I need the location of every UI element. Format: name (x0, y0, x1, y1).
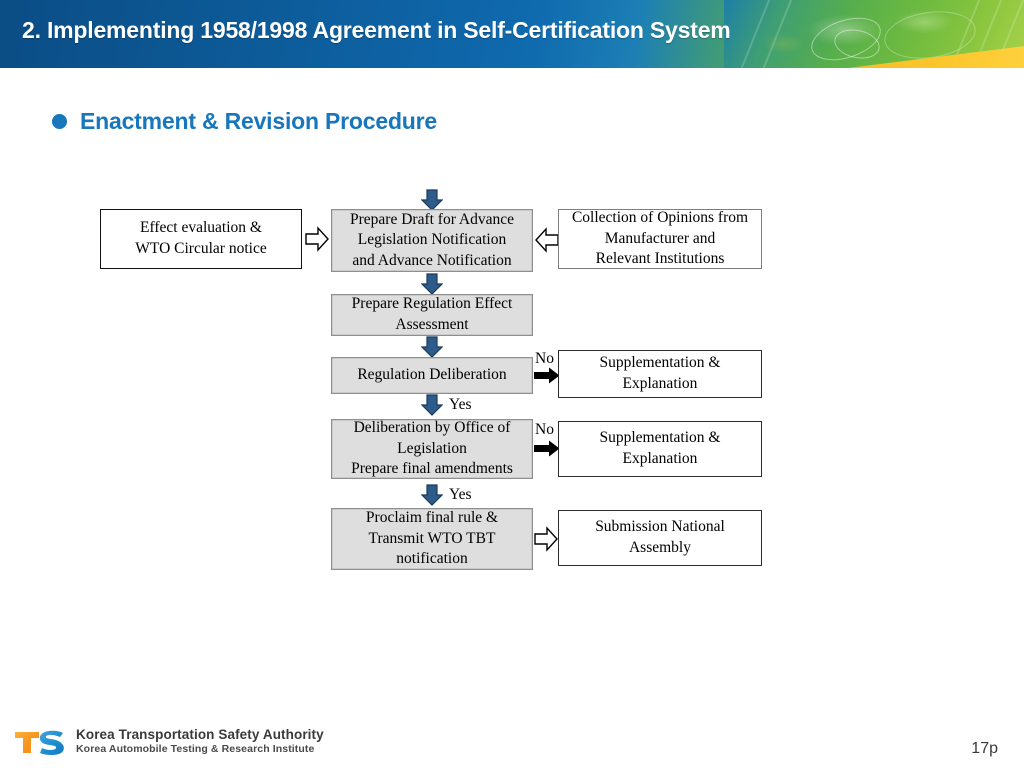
flow-node-line: WTO Circular notice (135, 240, 267, 257)
flow-node-line: Regulation Deliberation (357, 366, 507, 384)
branch-label-yes-2: Yes (449, 486, 472, 503)
flow-node-regulation-deliberation[interactable]: Regulation Deliberation (331, 357, 533, 394)
flow-node-line: Prepare final amendments (351, 460, 513, 478)
branch-label-yes-1: Yes (449, 396, 472, 413)
arrow-down-blue-icon (421, 189, 443, 211)
section-heading-label: Enactment & Revision Procedure (80, 108, 437, 134)
flow-node-supplementation-2[interactable]: Supplementation & Explanation (558, 421, 762, 477)
footer-org-names: Korea Transportation Safety Authority Ko… (76, 727, 324, 755)
flow-node-line: Legislation Notification (357, 231, 507, 249)
flow-node-collection-opinions[interactable]: Collection of Opinions from Manufacturer… (558, 209, 762, 269)
arrow-down-blue-icon (421, 336, 443, 358)
flow-node-line: and Advance Notification (352, 251, 512, 269)
arrow-right-black-icon (534, 440, 560, 457)
arrow-down-blue-icon (421, 273, 443, 295)
flow-node-line: Prepare Regulation Effect (351, 295, 513, 313)
arrow-right-hollow-icon (305, 225, 329, 253)
arrow-down-blue-icon (421, 394, 443, 416)
flow-node-supplementation-1[interactable]: Supplementation & Explanation (558, 350, 762, 398)
flow-node-line: Explanation (622, 450, 698, 467)
flow-node-effect-evaluation[interactable]: Effect evaluation & WTO Circular notice (100, 209, 302, 269)
flow-node-line: Proclaim final rule & (365, 509, 499, 527)
branch-label-no-2: No (535, 421, 554, 438)
footer-org-line1: Korea Transportation Safety Authority (76, 726, 324, 742)
flow-node-line: Legislation (397, 439, 467, 457)
branch-label-no-1: No (535, 350, 554, 367)
flow-node-line: Supplementation & (599, 429, 721, 447)
footer-logo: Korea Transportation Safety Authority Ko… (14, 726, 324, 756)
flow-node-line: Submission National (595, 518, 725, 536)
flow-node-line: Assembly (628, 539, 691, 556)
flow-node-prepare-draft[interactable]: Prepare Draft for Advance Legislation No… (331, 209, 533, 272)
flow-node-submission-national-assembly[interactable]: Submission National Assembly (558, 510, 762, 566)
flow-node-line: Relevant Institutions (595, 250, 725, 268)
flow-node-line: Prepare Draft for Advance (350, 210, 514, 228)
flow-node-line: Assessment (395, 316, 469, 333)
flow-node-line: Effect evaluation & (140, 219, 262, 237)
flow-node-line: Manufacturer and (604, 229, 716, 247)
flow-node-line: Explanation (622, 375, 698, 392)
page-number: 17p (971, 740, 998, 757)
page-title: 2. Implementing 1958/1998 Agreement in S… (22, 17, 731, 43)
ts-logo-icon (14, 726, 66, 756)
flow-node-line: Transmit WTO TBT (368, 529, 496, 547)
arrow-down-blue-icon (421, 484, 443, 506)
flow-node-line: notification (396, 550, 468, 568)
flow-node-regulation-effect-assessment[interactable]: Prepare Regulation Effect Assessment (331, 294, 533, 336)
arrow-right-hollow-icon (534, 525, 558, 553)
flow-node-line: Supplementation & (599, 354, 721, 372)
flow-node-line: Collection of Opinions from (571, 209, 749, 227)
footer-org-line2: Korea Automobile Testing & Research Inst… (76, 742, 315, 755)
flow-node-line: Deliberation by Office of (353, 419, 511, 437)
section-heading: Enactment & Revision Procedure (52, 108, 437, 135)
flow-node-proclaim-final-rule[interactable]: Proclaim final rule & Transmit WTO TBT n… (331, 508, 533, 570)
arrow-left-hollow-icon (535, 226, 559, 254)
header-banner: 2. Implementing 1958/1998 Agreement in S… (0, 0, 1024, 68)
bullet-icon (52, 114, 67, 129)
flow-node-deliberation-office-legislation[interactable]: Deliberation by Office of Legislation Pr… (331, 419, 533, 479)
arrow-right-black-icon (534, 367, 560, 384)
